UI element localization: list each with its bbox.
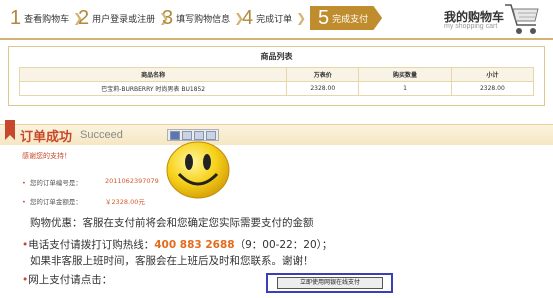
online-pay-button[interactable]: 立即使用网银在线支付	[277, 277, 383, 289]
column-header: 购买数量	[358, 67, 452, 82]
hotline-number: 400 883 2688	[154, 239, 235, 251]
column-header: 万表价	[286, 67, 360, 82]
print-icon[interactable]	[182, 130, 192, 140]
step-view-cart: 1 查看购物车 ❯	[10, 6, 83, 30]
product-subtotal: 2328.00	[450, 81, 535, 96]
step-number: 4	[242, 6, 254, 29]
order-amount-label: 您的订单金额是：	[29, 198, 82, 206]
mail-icon[interactable]	[194, 130, 204, 140]
step-number: 5	[318, 6, 330, 29]
success-title: 订单成功	[20, 130, 73, 145]
bullet-icon: •	[22, 198, 26, 206]
cart-subtitle: my shopping cart	[444, 23, 498, 30]
bullet-icon: •	[22, 179, 26, 187]
column-header: 商品名称	[18, 67, 288, 82]
order-number-label: 您的订单编号是：	[29, 179, 82, 187]
shopping-cart-icon	[505, 4, 539, 34]
step-fill-info: 3 填写购物信息 ❯	[162, 6, 244, 30]
step-number: 2	[78, 6, 90, 29]
step-login: 2 用户登录或注册 ❯	[78, 6, 169, 30]
smiley-face-icon	[166, 141, 230, 199]
phone-note: 如果非客服上班时间，客服会在上班后及时和您联系。谢谢！	[30, 255, 314, 267]
step-complete-payment: 5 完成支付	[310, 6, 383, 30]
table-row: 巴宝莉-BURBERRY 时尚男表 BU1852 2328.00 1 2328.…	[18, 81, 535, 96]
order-number-row: • 您的订单编号是：	[22, 177, 82, 187]
product-quantity: 1	[358, 81, 452, 96]
order-amount-row: • 您的订单金额是：	[22, 196, 82, 206]
product-table: 商品名称 万表价 购买数量 小计 巴宝莉-BURBERRY 时尚男表 BU185…	[18, 67, 535, 96]
online-pay-label: 网上支付请点击：	[28, 274, 113, 286]
order-amount-value: ￥2328.00元	[105, 198, 145, 206]
step-number: 3	[162, 6, 174, 29]
thanks-text: 感谢您的支持！	[22, 152, 71, 160]
step-label: 完成支付	[332, 14, 369, 25]
table-header-row: 商品名称 万表价 购买数量 小计	[18, 67, 535, 82]
column-header: 小计	[450, 67, 535, 82]
folder-icon[interactable]	[206, 130, 216, 140]
step-complete-order: 4 完成订单 ❯	[242, 6, 306, 30]
phone-hours: （9：00-22：20）；	[234, 239, 333, 251]
promo-text: 购物优惠：客服在支付前将会和您确定您实际需要支付的金额	[30, 217, 314, 229]
phone-pay-line: •电话支付请拨打订购热线：400 883 2688（9：00-22：20）；	[22, 237, 332, 252]
success-title-en: Succeed	[80, 129, 123, 141]
ribbon-icon	[5, 120, 15, 140]
step-label: 查看购物车	[24, 14, 70, 25]
product-list-title: 商品列表	[260, 52, 293, 61]
product-price: 2328.00	[286, 81, 360, 96]
product-list-panel: 商品列表 商品名称 万表价 购买数量 小计 巴宝莉-BURBERRY 时尚男表 …	[8, 46, 545, 106]
step-number: 1	[10, 6, 22, 29]
phone-prefix: 电话支付请拨打订购热线：	[28, 239, 155, 251]
step-label: 用户登录或注册	[92, 14, 156, 25]
online-pay-line: •网上支付请点击：	[22, 272, 112, 287]
checkout-steps: 1 查看购物车 ❯ 2 用户登录或注册 ❯ 3 填写购物信息 ❯ 4 完成订单 …	[0, 0, 553, 40]
order-number-value: 2011062397079	[105, 177, 159, 185]
step-label: 填写购物信息	[176, 14, 231, 25]
save-icon[interactable]	[170, 130, 180, 140]
chevron-right-icon: ❯	[296, 11, 307, 25]
product-name: 巴宝莉-BURBERRY 时尚男表 BU1852	[18, 81, 288, 96]
step-label: 完成订单	[256, 14, 293, 25]
